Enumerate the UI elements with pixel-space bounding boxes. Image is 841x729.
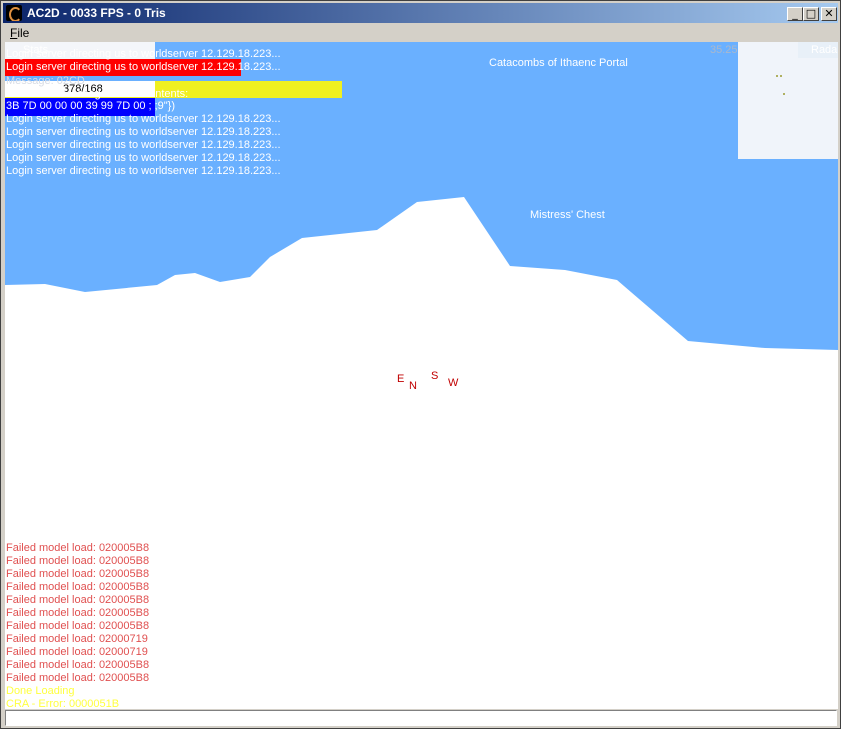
- chat-line-1: Login server directing us to worldserver…: [6, 48, 281, 60]
- radar-label: Radar: [811, 44, 838, 56]
- minimize-button[interactable]: _: [787, 7, 803, 21]
- portal-label[interactable]: Catacombs of Ithaenc Portal: [489, 57, 628, 69]
- window-title: AC2D - 0033 FPS - 0 Tris: [27, 6, 166, 20]
- chat-line-2: Login server directing us to worldserver…: [6, 61, 281, 73]
- error-line-9: Failed model load: 02000719: [6, 646, 148, 658]
- compass-west: W: [448, 377, 459, 389]
- message-label: Message: 02CD: [6, 75, 85, 87]
- game-viewport[interactable]: 35.25 Radar Stats 378/168 Login server d…: [5, 42, 838, 709]
- error-line-8: Failed model load: 02000719: [6, 633, 148, 645]
- compass-east: E: [397, 373, 405, 385]
- compass-south: S: [431, 370, 439, 382]
- chat-line-5: Login server directing us to worldserver…: [6, 139, 281, 151]
- title-bar[interactable]: AC2D - 0033 FPS - 0 Tris _ □ ✕: [3, 3, 838, 23]
- status-line-error: CRA - Error: 0000051B: [6, 698, 120, 709]
- chat-line-3: Login server directing us to worldserver…: [6, 113, 281, 125]
- error-line-4: Failed model load: 020005B8: [6, 581, 150, 593]
- close-button[interactable]: ✕: [821, 7, 837, 21]
- maximize-button[interactable]: □: [803, 7, 819, 21]
- chest-label[interactable]: Mistress' Chest: [530, 209, 605, 221]
- radar-panel: [738, 42, 838, 159]
- hex-dump-line: 3B 7D 00 00 00 39 99 7D 00 ; ;9"}): [6, 100, 176, 112]
- error-line-3: Failed model load: 020005B8: [6, 568, 150, 580]
- app-window: AC2D - 0033 FPS - 0 Tris _ □ ✕ File 35.2…: [0, 0, 841, 729]
- chat-line-7: Login server directing us to worldserver…: [6, 165, 281, 177]
- menu-file[interactable]: File: [10, 26, 29, 40]
- radar-blips: [776, 75, 785, 95]
- menu-bar: File: [3, 23, 838, 42]
- error-line-6: Failed model load: 020005B8: [6, 607, 150, 619]
- radar-coord: 35.25: [710, 44, 738, 56]
- menu-file-rest: ile: [17, 26, 30, 40]
- status-line-done: Done Loading: [6, 685, 75, 697]
- error-line-10: Failed model load: 020005B8: [6, 659, 150, 671]
- command-input[interactable]: [5, 710, 837, 726]
- error-line-5: Failed model load: 020005B8: [6, 594, 150, 606]
- error-line-2: Failed model load: 020005B8: [6, 555, 150, 567]
- chat-line-6: Login server directing us to worldserver…: [6, 152, 281, 164]
- error-line-11: Failed model load: 020005B8: [6, 672, 150, 684]
- ac2d-app-icon[interactable]: [6, 5, 22, 21]
- error-line-1: Failed model load: 020005B8: [6, 542, 150, 554]
- error-line-7: Failed model load: 020005B8: [6, 620, 150, 632]
- compass-north: N: [409, 380, 417, 392]
- chat-line-4: Login server directing us to worldserver…: [6, 126, 281, 138]
